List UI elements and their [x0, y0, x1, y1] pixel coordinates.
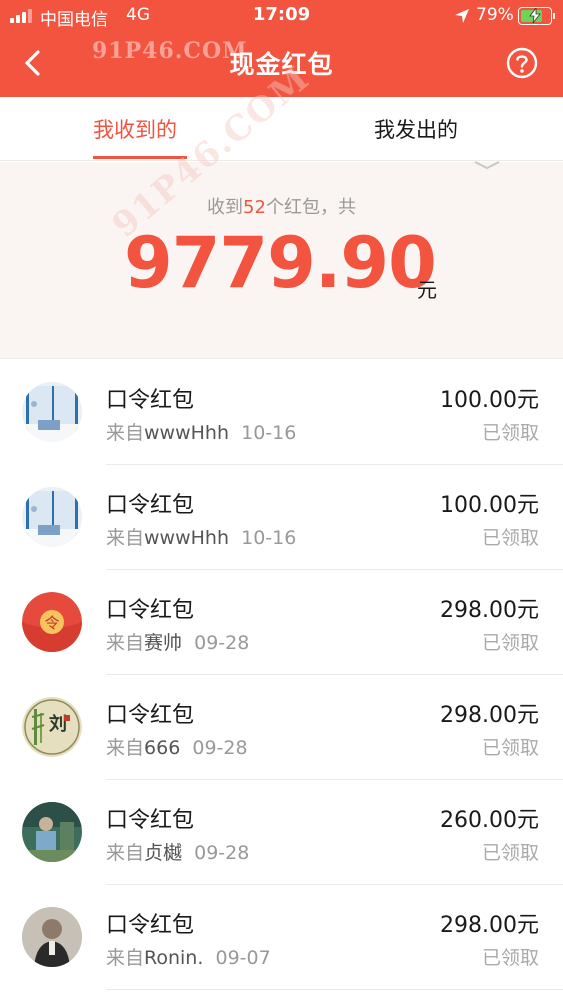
item-meta: 来自666 09-28: [106, 737, 248, 759]
sender-name: wwwHhh: [144, 422, 230, 444]
avatar: [22, 487, 82, 547]
sender-name: wwwHhh: [144, 527, 230, 549]
item-amount: 100.00元: [440, 388, 539, 413]
battery-percent: 79%: [476, 5, 514, 25]
chevron-down-icon: [474, 161, 500, 170]
item-amount: 260.00元: [440, 808, 539, 833]
item-title: 口令红包: [106, 808, 195, 833]
item-meta: 来自贞樾 09-28: [106, 842, 250, 864]
charging-bolt-icon: [529, 8, 541, 23]
currency-unit: 元: [417, 278, 437, 302]
tab-received[interactable]: 我收到的: [93, 114, 177, 144]
sender-name: Ronin.: [144, 947, 204, 969]
red-packet-avatar: 令: [22, 592, 82, 652]
item-status: 已领取: [481, 737, 539, 759]
item-status: 已领取: [481, 632, 539, 654]
list-item[interactable]: 口令红包 来自wwwHhh 10-16 100.00元 已领取: [0, 465, 563, 570]
sender-name: 666: [144, 737, 181, 759]
item-amount: 298.00元: [440, 598, 539, 623]
item-amount: 100.00元: [440, 493, 539, 518]
item-title: 口令红包: [106, 493, 195, 518]
red-packet-list: 口令红包 来自wwwHhh 10-16 100.00元 已领取 口令红包 来自w…: [0, 360, 563, 990]
svg-text:令: 令: [44, 614, 59, 632]
item-meta: 来自赛帅 09-28: [106, 632, 250, 654]
list-item[interactable]: 令 口令红包 来自赛帅 09-28 298.00元 已领取: [0, 570, 563, 675]
item-meta: 来自Ronin. 09-07: [106, 947, 271, 969]
received-count-text: 收到52个红包，共: [207, 197, 356, 218]
location-arrow-icon: [455, 9, 469, 23]
item-date: 09-28: [192, 737, 248, 759]
avatar: [22, 802, 82, 862]
item-date: 10-16: [241, 527, 297, 549]
status-bar: 中国电信 4G 17:09 79%: [0, 0, 563, 32]
total-amount: 9779.90: [124, 222, 437, 304]
item-amount: 298.00元: [440, 703, 539, 728]
item-amount: 298.00元: [440, 913, 539, 938]
item-title: 口令红包: [106, 598, 195, 623]
sender-name: 赛帅: [144, 632, 183, 654]
item-date: 09-28: [194, 632, 250, 654]
item-date: 09-07: [215, 947, 271, 969]
item-title: 口令红包: [106, 703, 195, 728]
avatar: 刘: [22, 697, 82, 757]
list-item[interactable]: 口令红包 来自贞樾 09-28 260.00元 已领取: [0, 780, 563, 885]
tab-sent[interactable]: 我发出的: [374, 114, 458, 144]
received-count: 52: [243, 197, 266, 218]
avatar: [22, 907, 82, 967]
list-item[interactable]: 口令红包 来自wwwHhh 10-16 100.00元 已领取: [0, 360, 563, 465]
item-status: 已领取: [481, 527, 539, 549]
item-status: 已领取: [481, 842, 539, 864]
item-date: 09-28: [194, 842, 250, 864]
item-meta: 来自wwwHhh 10-16: [106, 527, 297, 549]
help-question-icon[interactable]: [505, 46, 539, 80]
battery-icon: [518, 7, 555, 25]
sender-name: 贞樾: [144, 842, 183, 864]
item-title: 口令红包: [106, 388, 195, 413]
list-item[interactable]: 口令红包 来自Ronin. 09-07 298.00元 已领取: [0, 885, 563, 990]
list-item[interactable]: 刘 口令红包 来自666 09-28 298.00元 已领取: [0, 675, 563, 780]
summary-panel: 收到52个红包，共 9779.90 元: [0, 161, 563, 359]
item-status: 已领取: [481, 947, 539, 969]
avatar: [22, 382, 82, 442]
item-date: 10-16: [241, 422, 297, 444]
item-status: 已领取: [481, 422, 539, 444]
item-title: 口令红包: [106, 913, 195, 938]
item-meta: 来自wwwHhh 10-16: [106, 422, 297, 444]
